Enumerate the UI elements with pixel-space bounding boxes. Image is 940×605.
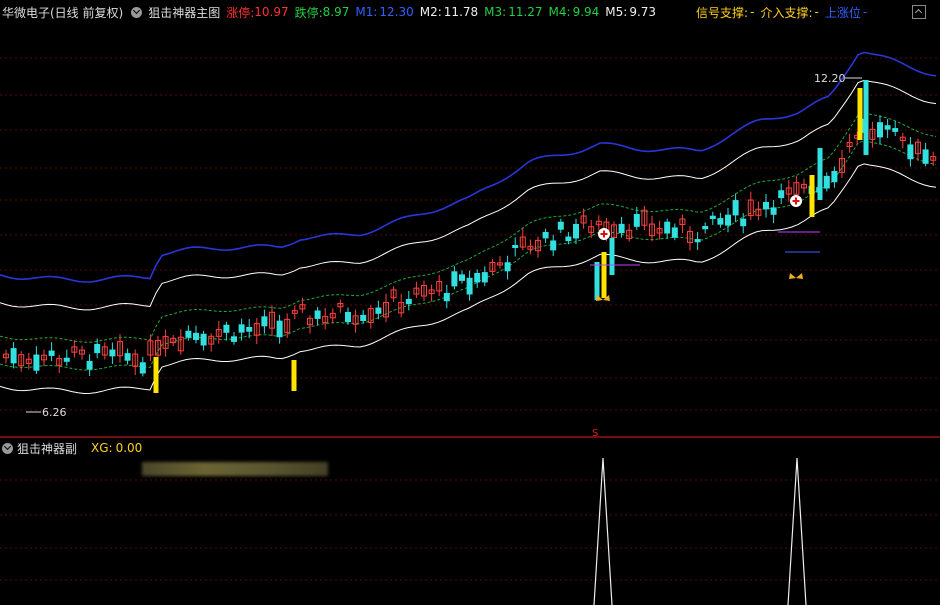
signal-bar	[601, 252, 607, 298]
candle-body	[451, 271, 458, 287]
candle-body	[474, 272, 481, 283]
candle-body	[831, 170, 838, 183]
candle-body	[770, 207, 777, 215]
candle-body	[618, 223, 625, 234]
candle-body	[185, 330, 192, 338]
candle-body	[884, 125, 891, 130]
low-price-label: 6.26	[42, 406, 67, 419]
candle-body	[907, 144, 914, 160]
candle-body	[200, 333, 207, 346]
candle-body	[86, 360, 93, 370]
candle-body	[633, 213, 640, 227]
candle-body	[594, 262, 600, 300]
candle-body	[892, 128, 899, 132]
candle-body	[193, 332, 199, 340]
candle-body	[360, 314, 367, 321]
candle-body	[922, 149, 929, 164]
butterfly-icon	[789, 273, 803, 279]
candle-body	[231, 336, 237, 342]
candle-body	[109, 349, 116, 357]
band-upper-line	[0, 51, 937, 283]
high-price-label: 12.20	[814, 72, 846, 85]
candle-body	[261, 316, 268, 327]
blurred-watermark	[142, 462, 328, 476]
candle-body	[542, 231, 549, 239]
xg-value: 0.00	[115, 441, 143, 455]
candle-body	[817, 148, 823, 200]
candle-body	[694, 239, 701, 243]
candle-body	[345, 311, 351, 323]
candle-body	[557, 221, 564, 230]
divider-marker: S	[592, 428, 598, 439]
candle-body	[94, 343, 101, 354]
candle-body	[671, 227, 678, 238]
sub-indicator-title[interactable]: 狙击神器副	[17, 440, 77, 457]
sub-panel-header: 狙击神器副 XG: 0.00	[0, 440, 142, 456]
signal-bar	[153, 357, 159, 393]
band-green-upper-line	[0, 112, 937, 343]
candle-body	[48, 350, 55, 356]
candle-body	[550, 240, 557, 251]
candle-body	[10, 348, 17, 364]
candle-body	[740, 218, 747, 227]
candle-body	[405, 298, 412, 305]
candle-body	[63, 357, 70, 362]
candle-body	[725, 214, 731, 226]
candle-body	[778, 190, 785, 199]
xg-label: XG:	[91, 441, 113, 455]
signal-bar	[809, 175, 815, 217]
candle-body	[702, 225, 709, 230]
candle-body	[124, 353, 131, 361]
candle-body	[33, 354, 40, 371]
candle-body	[375, 307, 382, 314]
candle-body	[877, 122, 883, 138]
candlestick-chart[interactable]: 12.20 6.26 S	[0, 0, 940, 605]
candle-body	[276, 320, 283, 338]
candle-body	[238, 324, 245, 333]
candle-body	[223, 324, 230, 333]
signal-bar	[291, 360, 297, 391]
sub-indicator-menu-icon[interactable]	[2, 442, 13, 454]
signal-bar	[857, 88, 863, 140]
candle-body	[139, 362, 146, 374]
candle-body	[481, 272, 488, 283]
candle-body	[504, 262, 511, 272]
candle-body	[717, 218, 724, 225]
candle-body	[314, 310, 321, 319]
candle-body	[863, 80, 869, 155]
candle-body	[763, 201, 769, 210]
candle-body	[443, 292, 450, 302]
candle-body	[459, 274, 465, 281]
candle-body	[466, 277, 473, 295]
candle-body	[512, 244, 519, 249]
candle-body	[732, 200, 739, 216]
candle-body	[664, 221, 671, 234]
candle-body	[823, 175, 830, 189]
candle-body	[609, 238, 615, 275]
candle-body	[246, 327, 253, 332]
candle-body	[709, 215, 716, 220]
candle-body	[565, 236, 572, 242]
band-green-lower-line	[0, 140, 937, 371]
candle-body	[573, 224, 579, 239]
